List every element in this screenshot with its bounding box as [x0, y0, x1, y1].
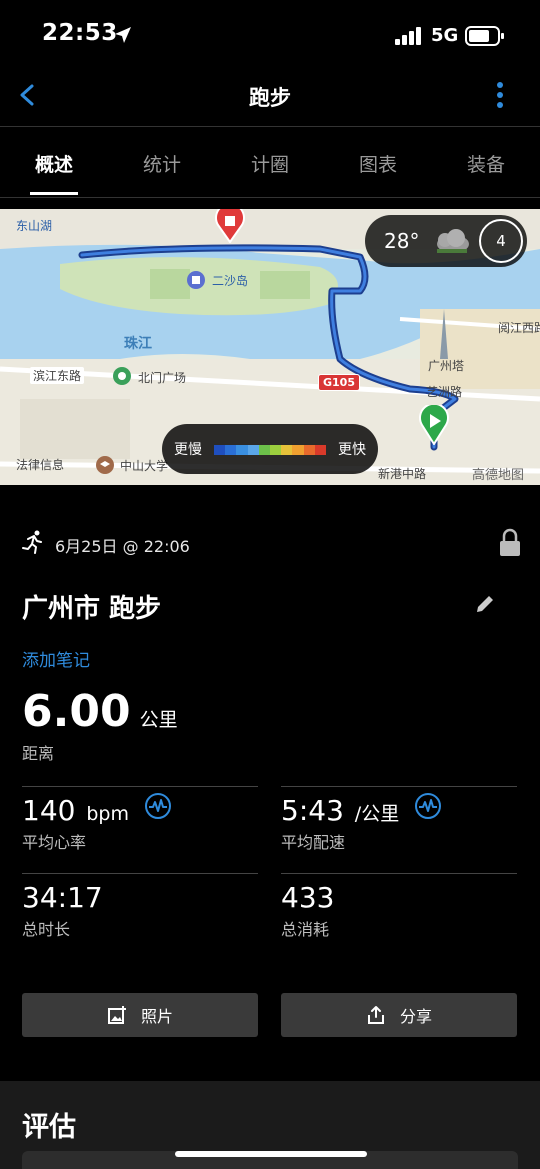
calories-value: 433	[281, 881, 335, 914]
add-photo-icon	[107, 1006, 126, 1024]
more-vertical-icon[interactable]	[488, 80, 512, 110]
status-bar: 22:53 5G	[0, 0, 540, 70]
map-label-binjiang: 滨江东路	[30, 367, 85, 384]
pace-unit: /公里	[354, 803, 400, 825]
share-button-label: 分享	[399, 1007, 432, 1026]
edit-pencil-icon[interactable]	[474, 593, 496, 619]
map-label-fazhi: 法律信息	[16, 458, 65, 472]
lock-icon[interactable]	[498, 528, 522, 562]
speed-slow-label: 更慢	[174, 442, 202, 458]
map-label-ershadao: 二沙岛	[212, 274, 249, 288]
tab-stats[interactable]: 统计	[108, 128, 216, 197]
pace-label: 平均配速	[281, 833, 346, 852]
pulse-icon[interactable]	[414, 792, 442, 827]
location-arrow-icon	[113, 25, 133, 49]
speed-fast-label: 更快	[338, 442, 366, 458]
map-label-yueyuxi: 阅江西路	[498, 321, 540, 335]
stat-calories: 433 总消耗	[281, 873, 517, 960]
map-label-zhongshan: 中山大学	[120, 459, 169, 473]
tab-laps[interactable]: 计圈	[216, 128, 324, 197]
photos-button[interactable]: 照片	[22, 993, 258, 1037]
tab-charts[interactable]: 图表	[324, 128, 432, 197]
signal-icon	[395, 27, 423, 49]
weather-temperature: 28°	[384, 229, 420, 253]
calories-label: 总消耗	[281, 920, 330, 939]
share-button[interactable]: 分享	[281, 993, 517, 1037]
heart-rate-unit: bpm	[86, 803, 129, 825]
activity-title: 广州市 跑步	[22, 594, 162, 624]
distance-unit: 公里	[139, 709, 178, 731]
route-map[interactable]: 东山湖 二沙岛 珠江 滨江东路 北门广场 广州塔 阅江西路 艺洲路 法律信息 中…	[0, 209, 540, 485]
map-label-guangzhouta: 广州塔	[428, 359, 465, 373]
duration-label: 总时长	[22, 920, 71, 939]
map-attribution: 高德地图	[472, 468, 525, 483]
pulse-icon[interactable]	[144, 792, 172, 827]
map-label-xingang: 新港中路	[378, 467, 427, 481]
network-label: 5G	[431, 25, 459, 46]
heart-rate-value: 140	[22, 794, 76, 827]
stat-duration: 34:17 总时长	[22, 873, 258, 960]
photos-button-label: 照片	[140, 1007, 173, 1026]
add-note-link[interactable]: 添加笔记	[22, 646, 90, 671]
home-indicator[interactable]	[175, 1151, 367, 1157]
map-label-yilu: 艺洲路	[426, 385, 463, 399]
speed-color-scale	[214, 445, 327, 455]
weather-count-badge: 4	[479, 219, 523, 263]
map-label-dongshanhu: 东山湖	[16, 219, 53, 233]
navigation-bar: 跑步	[0, 70, 540, 127]
distance-value: 6.00	[22, 686, 131, 737]
tab-gear[interactable]: 装备	[432, 128, 540, 197]
battery-icon	[465, 26, 505, 50]
map-label-zhujiang: 珠江	[124, 336, 152, 352]
highway-badge: G105	[318, 374, 360, 391]
activity-meta: 6月25日 @ 22:06	[22, 528, 522, 558]
status-time: 22:53	[42, 20, 118, 46]
evaluation-title: 评估	[22, 1112, 76, 1143]
share-icon	[367, 1006, 384, 1024]
weather-widget[interactable]: 28° 4	[365, 215, 527, 267]
distance-value-row: 6.00 公里	[22, 686, 178, 737]
tab-bar: 概述 统计 计圈 图表 装备	[0, 128, 540, 198]
map-label-beimen: 北门广场	[138, 371, 187, 385]
pace-value: 5:43	[281, 794, 344, 827]
speed-legend: 更慢 更快	[162, 424, 378, 474]
tab-overview[interactable]: 概述	[0, 128, 108, 197]
running-icon	[22, 530, 44, 558]
page-title: 跑步	[249, 86, 291, 110]
stat-heart-rate[interactable]: 140 bpm 平均心率	[22, 786, 258, 873]
activity-date: 6月25日 @ 22:06	[55, 537, 190, 556]
duration-value: 34:17	[22, 881, 103, 914]
heart-rate-label: 平均心率	[22, 833, 87, 852]
stat-pace[interactable]: 5:43 /公里 平均配速	[281, 786, 517, 873]
distance-label: 距离	[22, 744, 55, 763]
